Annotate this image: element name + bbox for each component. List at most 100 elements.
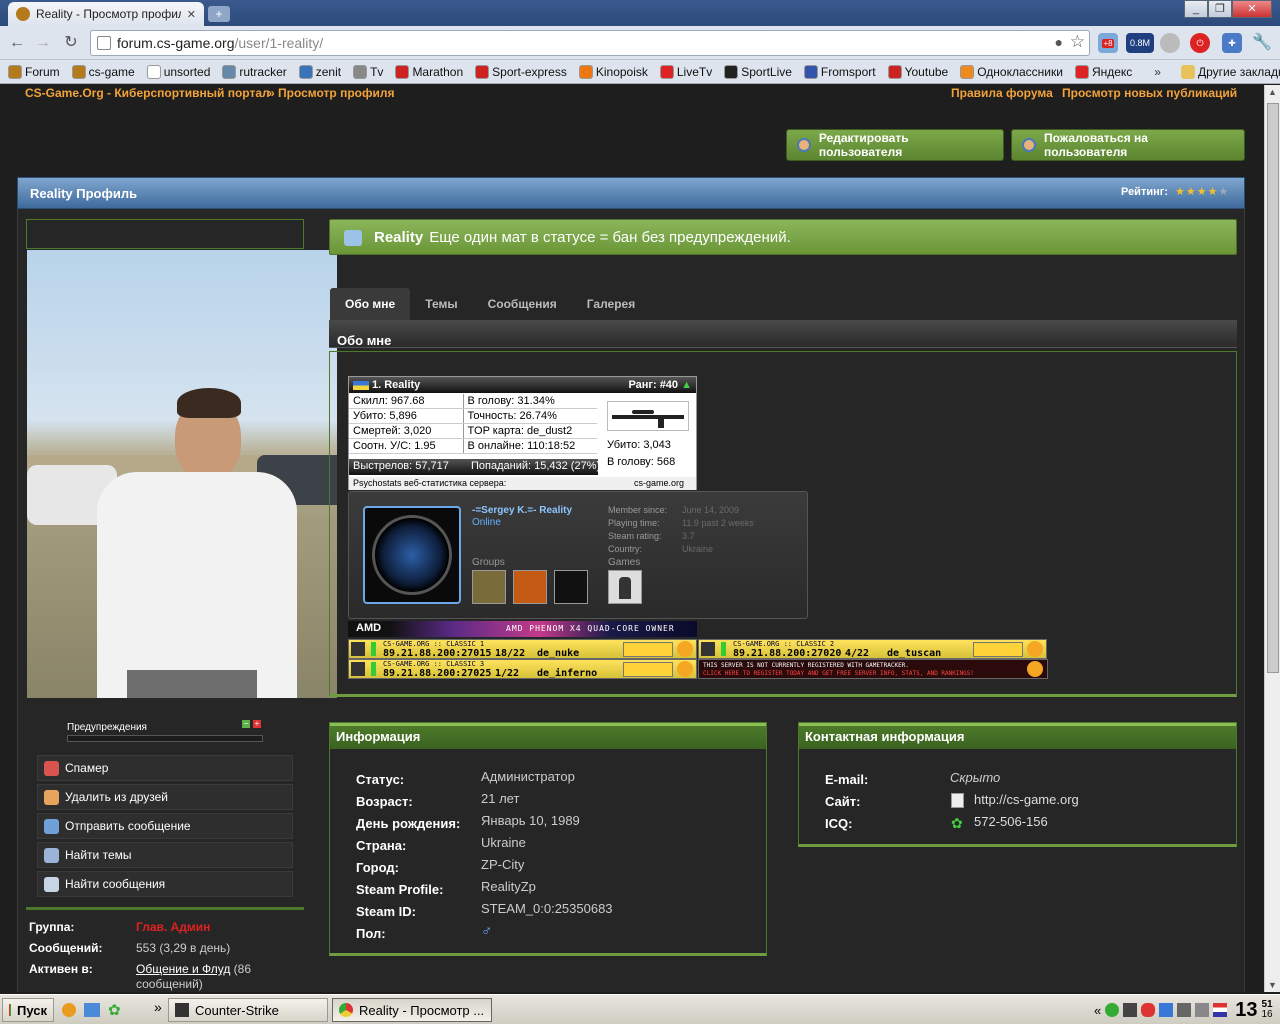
site-link[interactable]: http://cs-game.org	[974, 792, 1079, 807]
tray-expand-icon[interactable]: «	[1094, 1003, 1101, 1018]
tray-icon-3[interactable]	[1141, 1003, 1156, 1017]
server-banner[interactable]: CS-GAME.ORG :: CLASSIC 2 89.21.88.200:270…	[698, 639, 1047, 659]
more-bookmarks-icon[interactable]: »	[1154, 65, 1161, 79]
warning-minus-button[interactable]: −	[242, 720, 250, 728]
bookmark-favicon-icon	[353, 64, 368, 79]
group-icon-3[interactable]	[554, 570, 588, 604]
gametracker-unregistered-banner[interactable]: THIS SERVER IS NOT CURRENTLY REGISTERED …	[698, 659, 1048, 679]
tray-icon-5[interactable]	[1177, 1003, 1192, 1017]
address-bar[interactable]: forum.cs-game.org/user/1-reality/ ● ☆	[90, 30, 1090, 56]
close-tab-icon[interactable]: ✕	[187, 8, 196, 21]
bookmark-favicon-icon	[659, 64, 674, 79]
report-user-button[interactable]: Пожаловаться на пользователя	[1011, 129, 1245, 161]
wrench-icon[interactable]: 🔧	[1252, 33, 1272, 53]
tray-icon-6[interactable]	[1195, 1003, 1210, 1017]
bookmark-item[interactable]: Youtube	[887, 64, 948, 79]
back-icon[interactable]: ←	[6, 32, 28, 54]
close-window-button[interactable]: ✕	[1232, 0, 1272, 18]
bookmark-item[interactable]: Forum	[8, 64, 60, 79]
tray-icon-4[interactable]	[1159, 1003, 1174, 1017]
icq-quicklaunch-icon[interactable]: ✿	[108, 1001, 121, 1019]
bookmark-favicon-icon	[222, 64, 237, 79]
new-posts-link[interactable]: Просмотр новых публикаций	[1062, 86, 1237, 100]
reload-icon[interactable]: ↻	[60, 32, 82, 54]
taskbar-counter-strike[interactable]: Counter-Strike	[168, 998, 328, 1022]
rating-star-icon[interactable]: ★	[1219, 186, 1230, 198]
bookmark-item[interactable]: cs-game	[71, 64, 135, 79]
forum-rules-link[interactable]: Правила форума	[951, 86, 1053, 100]
start-button[interactable]: Пуск	[2, 998, 54, 1022]
speed-extension-icon[interactable]: 0.8M	[1126, 33, 1154, 53]
chrome-extension-icon[interactable]	[1160, 33, 1180, 53]
page-scrollbar[interactable]: ▲ ▼	[1264, 85, 1280, 992]
bookmark-item[interactable]: LiveTv	[659, 64, 712, 79]
tab-0[interactable]: Обо мне	[330, 288, 411, 320]
clock-hours[interactable]: 13	[1235, 999, 1257, 1022]
status-username[interactable]: Reality	[374, 229, 423, 246]
quicklaunch-more-icon[interactable]: »	[154, 999, 162, 1015]
side-action-button[interactable]: Спамер	[37, 755, 293, 781]
bookmark-item[interactable]: Яндекс	[1074, 64, 1132, 79]
warning-plus-button[interactable]: +	[253, 720, 261, 728]
tab-3[interactable]: Галерея	[572, 288, 650, 320]
server-banner[interactable]: CS-GAME.ORG :: CLASSIC 3 89.21.88.200:270…	[348, 659, 697, 679]
browser-tab[interactable]: Reality - Просмотр профиля ✕	[8, 2, 204, 26]
side-action-button[interactable]: Найти темы	[37, 842, 293, 868]
rating-star-icon[interactable]: ★	[1197, 186, 1208, 198]
server-banner[interactable]: CS-GAME.ORG :: CLASSIC 1 89.21.88.200:270…	[348, 639, 697, 659]
steam-card[interactable]: -=Sergey K.=- Reality Online Groups Game…	[348, 491, 808, 619]
bookmark-item[interactable]: Sport-express	[475, 64, 567, 79]
stats-cell: В голову: 31.34%	[463, 394, 597, 409]
group-icon-2[interactable]	[513, 570, 547, 604]
breadcrumb-site-link[interactable]: CS-Game.Org - Киберспортивный портал	[25, 86, 270, 100]
taskbar-browser[interactable]: Reality - Просмотр ...	[332, 998, 492, 1022]
side-action-button[interactable]: Удалить из друзей	[37, 784, 293, 810]
rating-stars[interactable]: ★★★★★	[1175, 185, 1229, 198]
player-stats-widget[interactable]: 1. Reality Ранг: #40 ▲ Скилл: 967.68 В го…	[348, 376, 697, 490]
bookmark-item[interactable]: Tv	[353, 64, 383, 79]
bookmark-star-icon[interactable]: ☆	[1070, 32, 1085, 52]
side-action-button[interactable]: Найти сообщения	[37, 871, 293, 897]
amd-banner[interactable]: AMD AMD PHENOM X4 QUAD-CORE OWNER	[348, 621, 697, 637]
bookmark-item[interactable]: Marathon	[395, 64, 463, 79]
info-quicklaunch-icon[interactable]	[62, 1003, 76, 1017]
ukraine-flag-icon	[353, 380, 369, 390]
bookmark-item[interactable]: SportLive	[724, 64, 792, 79]
scrollbar-thumb[interactable]	[1267, 103, 1279, 673]
edit-user-button[interactable]: Редактировать пользователя	[786, 129, 1004, 161]
bookmark-item[interactable]: unsorted	[146, 64, 210, 79]
tray-icon-1[interactable]	[1105, 1003, 1120, 1017]
bookmark-item[interactable]: Одноклассники	[960, 64, 1063, 79]
minimize-button[interactable]: _	[1184, 0, 1208, 18]
other-bookmarks-folder[interactable]: Другие закладки	[1180, 64, 1280, 79]
active-forum-link[interactable]: Общение и Флуд	[136, 962, 230, 976]
icq-value[interactable]: 572-506-156	[974, 814, 1048, 829]
rating-star-icon[interactable]: ★	[1208, 186, 1219, 198]
puzzle-extension-icon[interactable]: ✚	[1222, 33, 1242, 53]
stats-row: Убито: 5,896 Точность: 26.74%	[349, 408, 597, 424]
mail-quicklaunch-icon[interactable]	[84, 1003, 100, 1017]
maximize-button[interactable]: ❐	[1208, 0, 1232, 18]
group-icon-1[interactable]	[472, 570, 506, 604]
breadcrumb-current[interactable]: » Просмотр профиля	[268, 86, 395, 100]
bookmark-item[interactable]: zenit	[298, 64, 341, 79]
power-extension-icon[interactable]: ⏻	[1190, 33, 1210, 53]
tab-2[interactable]: Сообщения	[473, 288, 572, 320]
steam-name[interactable]: -=Sergey K.=- Reality	[472, 505, 572, 516]
forward-icon[interactable]: →	[32, 32, 54, 54]
lightbulb-icon[interactable]: ●	[1055, 34, 1063, 50]
rating-star-icon[interactable]: ★	[1175, 186, 1186, 198]
psychostats-label: Psychostats веб-статистика сервера:	[353, 478, 507, 488]
side-action-button[interactable]: Отправить сообщение	[37, 813, 293, 839]
tray-icon-2[interactable]	[1123, 1003, 1138, 1017]
bookmark-item[interactable]: Kinopoisk	[578, 64, 648, 79]
bookmark-item[interactable]: rutracker	[222, 64, 287, 79]
weather-extension-icon[interactable]: +8	[1098, 33, 1118, 53]
flag-icon[interactable]	[1213, 1003, 1228, 1017]
new-tab-button[interactable]: +	[208, 6, 230, 22]
rating-star-icon[interactable]: ★	[1186, 186, 1197, 198]
tab-1[interactable]: Темы	[410, 288, 472, 320]
counter-strike-game-icon[interactable]	[608, 570, 642, 604]
bookmark-item[interactable]: Fromsport	[803, 64, 876, 79]
bookmark-favicon-icon	[803, 64, 818, 79]
